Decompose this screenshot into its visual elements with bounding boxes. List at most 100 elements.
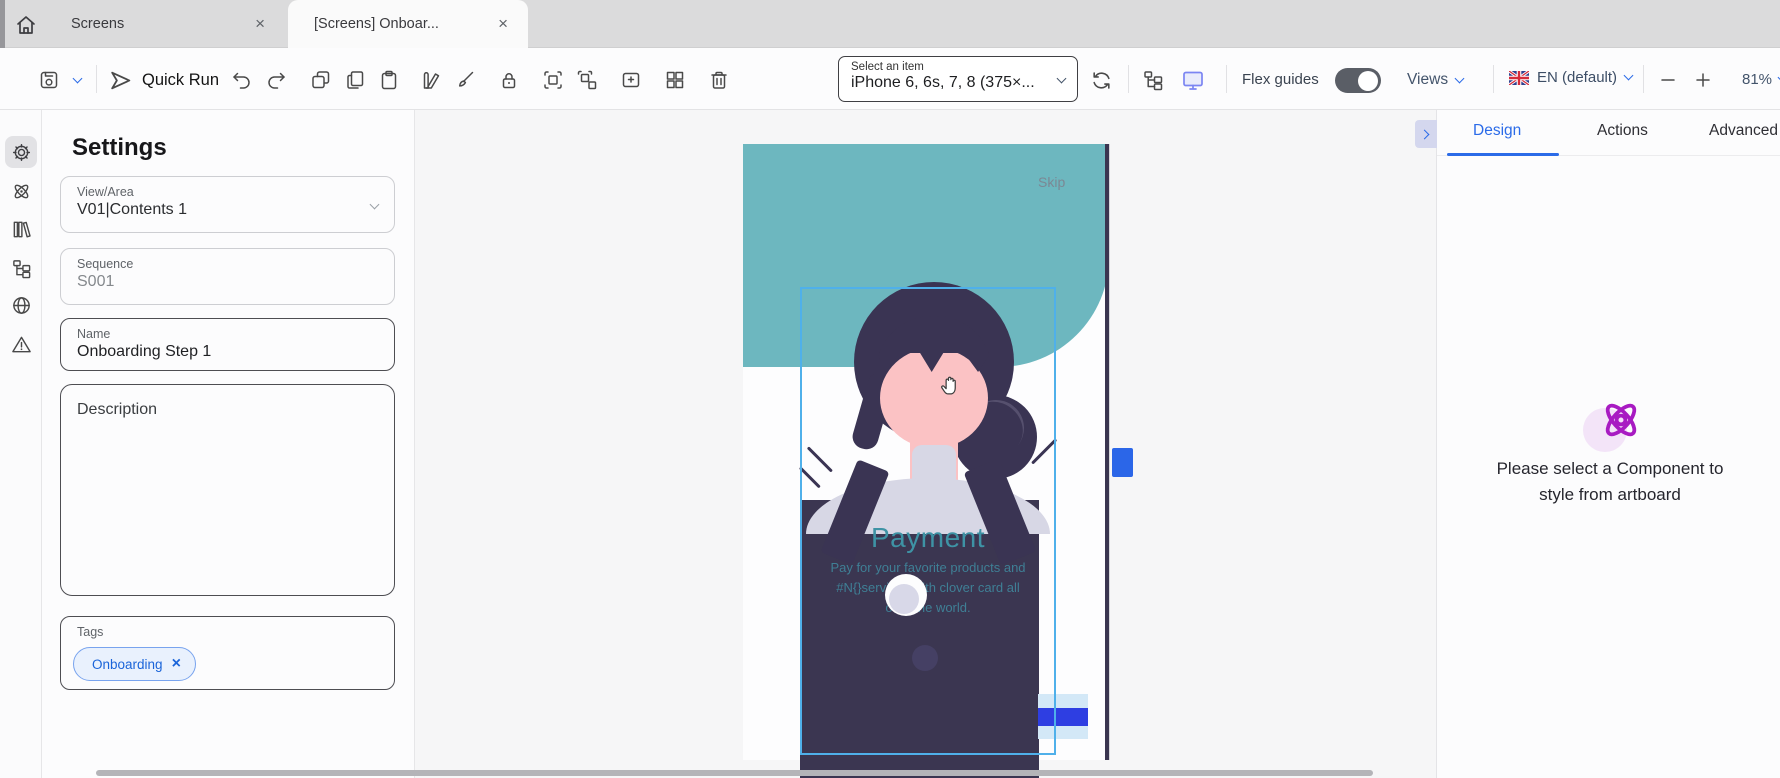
views-dropdown[interactable]: Views — [1407, 71, 1463, 89]
rail-issues-button[interactable] — [5, 328, 37, 360]
layout-grid-button[interactable] — [662, 67, 688, 93]
style-swatch-button[interactable] — [418, 67, 444, 93]
library-icon — [11, 219, 32, 240]
tab-close-icon[interactable]: × — [249, 12, 271, 36]
flex-guides-toggle[interactable] — [1335, 68, 1381, 93]
group-icon — [542, 69, 564, 91]
home-button[interactable] — [12, 11, 40, 39]
duplicate-button[interactable] — [308, 67, 334, 93]
preview-monitor-button[interactable] — [1180, 67, 1206, 93]
tab-close-icon[interactable]: × — [492, 12, 514, 36]
tab-actions[interactable]: Actions — [1597, 122, 1648, 140]
sync-button[interactable] — [1088, 67, 1114, 93]
flow-handle[interactable] — [1112, 448, 1133, 477]
tag-chip-label: Onboarding — [92, 657, 163, 672]
view-area-field[interactable]: View/Area — [60, 176, 395, 233]
chevron-right-icon — [1420, 129, 1430, 139]
chevron-down-icon — [1624, 71, 1634, 81]
interaction-tree-button[interactable] — [1140, 67, 1166, 93]
device-selector-label: Select an item — [851, 61, 1065, 73]
tab-design[interactable]: Design — [1473, 122, 1521, 140]
paste-button[interactable] — [376, 67, 402, 93]
paste-icon — [378, 69, 400, 91]
name-input[interactable] — [77, 341, 357, 361]
sequence-field[interactable]: Sequence — [60, 248, 395, 305]
lock-button[interactable] — [496, 67, 522, 93]
save-button[interactable] — [36, 67, 62, 93]
rail-structure-button[interactable] — [5, 252, 37, 284]
settings-panel: Settings View/Area Sequence Name Tags On… — [42, 110, 415, 778]
copy-icon — [344, 69, 366, 91]
undo-button[interactable] — [228, 67, 254, 93]
device-selector-value: iPhone 6, 6s, 7, 8 (375×... — [851, 74, 1065, 92]
language-dropdown[interactable]: EN (default) — [1509, 69, 1632, 86]
quick-run-icon — [108, 68, 133, 93]
tab-label: [Screens] Onboar... — [314, 16, 439, 32]
name-field[interactable]: Name — [60, 318, 395, 371]
view-area-input[interactable] — [77, 199, 357, 219]
quick-run-label: Quick Run — [142, 71, 219, 90]
artboard-edge-highlight — [1109, 144, 1111, 760]
tags-field[interactable]: Tags Onboarding × — [60, 616, 395, 690]
warning-icon — [11, 334, 32, 355]
toggle-knob — [1358, 71, 1378, 91]
sequence-input[interactable] — [77, 271, 357, 291]
zoom-out-button[interactable] — [1655, 67, 1681, 93]
gear-icon — [11, 142, 32, 163]
rail-settings-button[interactable] — [5, 136, 37, 168]
views-label: Views — [1407, 71, 1448, 89]
brush-icon — [454, 69, 476, 91]
horizontal-scrollbar[interactable] — [96, 770, 1373, 776]
active-tab-underline — [1447, 153, 1559, 156]
language-label: EN (default) — [1537, 69, 1617, 86]
group-button[interactable] — [540, 67, 566, 93]
ungroup-button[interactable] — [574, 67, 600, 93]
description-field[interactable] — [60, 384, 395, 596]
panel-collapse-button[interactable] — [1415, 120, 1437, 148]
zoom-in-button[interactable] — [1690, 67, 1716, 93]
rail-library-button[interactable] — [5, 213, 37, 245]
plus-icon — [1694, 71, 1712, 89]
quick-run-button[interactable]: Quick Run — [100, 62, 227, 98]
tag-chip[interactable]: Onboarding × — [73, 647, 196, 681]
tab-advanced[interactable]: Advanced — [1709, 122, 1778, 140]
ungroup-icon — [576, 69, 598, 91]
delete-button[interactable] — [706, 67, 732, 93]
copy-button[interactable] — [342, 67, 368, 93]
inspector-panel: Design Actions Advanced Please select a … — [1436, 110, 1780, 778]
new-frame-button[interactable] — [618, 67, 644, 93]
home-icon — [15, 14, 37, 36]
uk-flag-icon — [1509, 71, 1529, 85]
rail-localization-button[interactable] — [5, 289, 37, 321]
chevron-down-icon — [1455, 73, 1465, 83]
tree-icon — [11, 258, 32, 279]
tags-label: Tags — [77, 625, 380, 639]
minus-icon — [1659, 71, 1677, 89]
tag-remove-icon[interactable]: × — [172, 655, 181, 673]
left-icon-rail — [0, 110, 42, 778]
save-menu-button[interactable] — [68, 67, 86, 93]
tab-screens-onboarding[interactable]: [Screens] Onboar... × — [288, 0, 528, 48]
swatch-icon — [420, 69, 442, 91]
lock-icon — [498, 69, 520, 91]
brush-button[interactable] — [452, 67, 478, 93]
trash-icon — [708, 69, 730, 91]
rail-components-button[interactable] — [5, 175, 37, 207]
selection-box[interactable] — [800, 287, 1056, 755]
undo-icon — [230, 69, 252, 91]
atom-icon — [11, 181, 32, 202]
chevron-down-icon — [370, 200, 380, 210]
canvas-area[interactable]: Skip Payment Pay for your favorite produ… — [415, 110, 1436, 778]
duplicate-icon — [310, 69, 332, 91]
tab-screens[interactable]: Screens × — [45, 0, 285, 48]
save-icon — [38, 69, 60, 91]
zoom-level-dropdown[interactable]: 81% — [1742, 71, 1780, 88]
globe-icon — [11, 295, 32, 316]
redo-button[interactable] — [264, 67, 290, 93]
redo-icon — [266, 69, 288, 91]
skip-link[interactable]: Skip — [1038, 174, 1065, 190]
flex-guides-label: Flex guides — [1242, 71, 1319, 88]
window-tab-bar: Screens × [Screens] Onboar... × — [0, 0, 1780, 48]
device-selector[interactable]: Select an item iPhone 6, 6s, 7, 8 (375×.… — [838, 56, 1078, 102]
description-textarea[interactable] — [77, 393, 377, 573]
